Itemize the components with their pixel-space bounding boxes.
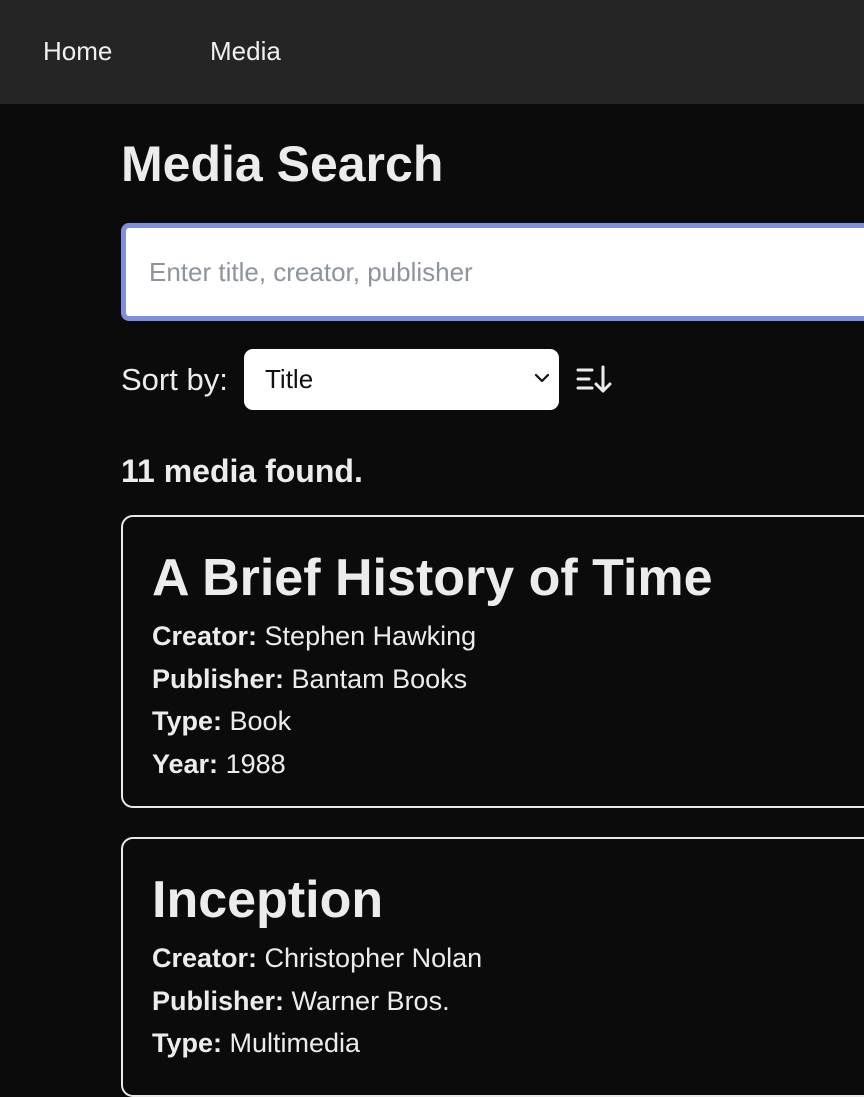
type-label: Type: [152,706,223,736]
media-publisher: Publisher: Warner Bros. [152,980,864,1023]
type-label: Type: [152,1028,223,1058]
creator-label: Creator: [152,621,258,651]
sort-ascending-icon[interactable] [576,364,614,396]
publisher-value: Bantam Books [291,663,468,694]
media-title: Inception [152,871,384,929]
media-card[interactable]: Inception Creator: Christopher Nolan Pub… [121,837,864,1097]
media-type: Type: Book [152,700,864,743]
nav-link-media[interactable]: Media [210,36,281,66]
creator-label: Creator: [152,943,258,973]
publisher-label: Publisher: [152,663,285,694]
nav-link-home[interactable]: Home [43,36,112,66]
result-count: 11 media found. [121,453,363,489]
media-creator: Creator: Stephen Hawking [152,615,864,658]
chevron-down-icon [534,373,550,383]
top-navbar: Home Media [0,0,864,104]
sort-select[interactable]: Title [244,349,559,410]
creator-value: Christopher Nolan [264,943,483,973]
media-title: A Brief History of Time [152,549,713,607]
publisher-label: Publisher: [152,985,285,1016]
sort-select-value: Title [265,364,314,394]
type-value: Multimedia [229,1028,361,1058]
media-publisher: Publisher: Bantam Books [152,658,864,701]
media-card[interactable]: A Brief History of Time Creator: Stephen… [121,515,864,808]
media-type: Type: Multimedia [152,1022,864,1065]
publisher-value: Warner Bros. [291,985,450,1016]
year-value: 1988 [225,748,286,779]
page-title: Media Search [121,136,444,192]
media-creator: Creator: Christopher Nolan [152,937,864,980]
sort-label: Sort by: [121,362,228,397]
search-input[interactable] [121,223,864,321]
type-value: Book [229,706,292,736]
media-year: Year: 1988 [152,743,864,786]
year-label: Year: [152,748,219,779]
creator-value: Stephen Hawking [264,621,477,651]
